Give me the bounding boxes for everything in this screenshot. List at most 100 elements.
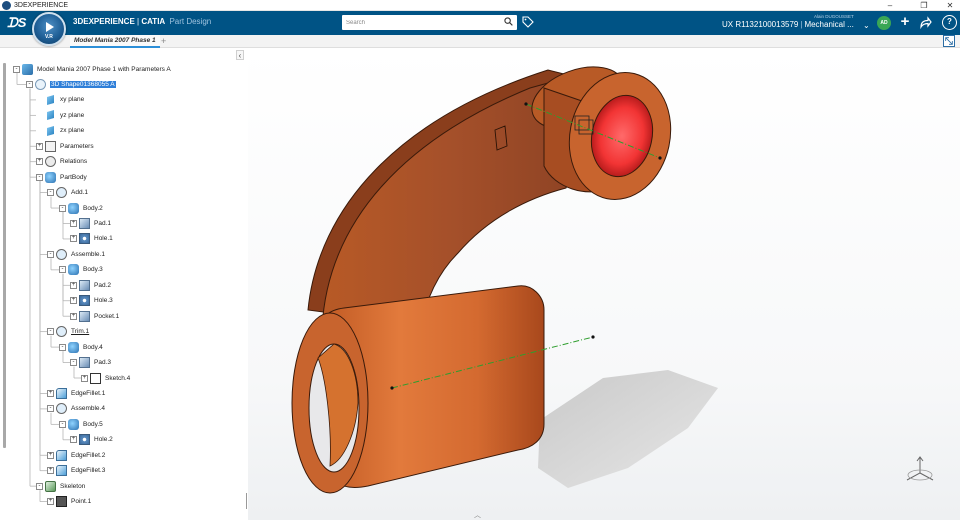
user-name: Alain DUGOUSSET	[814, 14, 854, 19]
search-icon[interactable]	[504, 17, 513, 26]
expand-node-icon[interactable]: +	[47, 467, 54, 475]
tree-node-label: Hole.1	[94, 235, 113, 243]
tree-node[interactable]: - 3D Shape01368055 A	[26, 78, 116, 90]
collapse-node-icon[interactable]: -	[47, 250, 54, 258]
body-icon	[68, 264, 79, 276]
tree-node[interactable]: + Hole.2	[70, 434, 113, 446]
expand-node-icon[interactable]: +	[70, 312, 77, 320]
tree-node[interactable]: + EdgeFillet.1	[47, 387, 105, 399]
tree-node-label: Pad.1	[94, 220, 111, 227]
3d-viewport[interactable]: ︿	[248, 48, 960, 520]
tree-node[interactable]: - Add.1	[47, 187, 88, 199]
collapse-node-icon[interactable]: -	[36, 173, 43, 181]
expand-node-icon[interactable]: +	[70, 281, 77, 289]
pad-icon	[79, 357, 90, 369]
tree-node[interactable]: - Pad.3	[70, 357, 111, 369]
context-separator: |	[800, 20, 803, 29]
tree-node[interactable]: + EdgeFillet.3	[47, 465, 105, 477]
expand-action-bar-icon[interactable]: ︿	[474, 510, 481, 520]
context-code: UX R1132100013579	[722, 20, 799, 29]
tree-node[interactable]: + Relations	[36, 156, 87, 168]
chevron-down-icon[interactable]: ⌄	[863, 21, 870, 30]
tree-node-label: Body.5	[83, 420, 103, 428]
tree-node[interactable]: - Assemble.4	[47, 403, 105, 415]
plane-icon	[47, 110, 54, 121]
collapse-node-icon[interactable]: -	[13, 65, 20, 73]
collapse-node-icon[interactable]: -	[47, 189, 54, 197]
maximize-icon[interactable]	[943, 35, 955, 47]
tree-node[interactable]: - Body.2	[59, 202, 103, 214]
expand-node-icon[interactable]: +	[36, 142, 43, 150]
expand-node-icon[interactable]: +	[47, 451, 54, 459]
tree-node[interactable]: - Body.5	[59, 418, 103, 430]
collapse-node-icon[interactable]: -	[70, 359, 77, 367]
avatar[interactable]: AD	[877, 16, 891, 30]
tree-node[interactable]: + Parameters	[36, 140, 94, 152]
parameters-icon	[45, 140, 56, 152]
expand-node-icon[interactable]: +	[36, 158, 43, 166]
tree-node-label: EdgeFillet.1	[71, 389, 106, 397]
tree-node[interactable]: - Body.4	[59, 341, 103, 353]
3d-model-render[interactable]	[248, 48, 960, 520]
tree-node-label: Hole.2	[94, 436, 113, 444]
help-button[interactable]: ?	[942, 15, 957, 30]
collapse-node-icon[interactable]: -	[26, 80, 33, 88]
compass-widget[interactable]: V.R	[32, 12, 66, 46]
tree-node[interactable]: + Hole.1	[70, 233, 113, 245]
axis-point	[591, 335, 595, 339]
axis-point	[524, 102, 528, 106]
collapse-node-icon[interactable]: -	[47, 405, 54, 413]
app-window: 3DEXPERIENCE – ❐ ✕ ᗪS 3DEXPERIENCE | CAT…	[0, 0, 960, 520]
collapse-node-icon[interactable]: -	[59, 266, 66, 274]
collapse-node-icon[interactable]: -	[59, 343, 66, 351]
tree-node-label: Pad.3	[94, 359, 111, 367]
expand-node-icon[interactable]: +	[70, 297, 77, 305]
tree-node[interactable]: xy plane	[36, 94, 84, 106]
tag-icon[interactable]	[522, 16, 534, 28]
expand-node-icon[interactable]: +	[70, 235, 77, 243]
tree-node[interactable]: + Sketch.4	[81, 372, 130, 384]
tree-node[interactable]: - Model Mania 2007 Phase 1 with Parameter…	[13, 63, 171, 75]
axis-point	[390, 386, 394, 390]
expand-node-icon[interactable]: +	[70, 220, 77, 227]
tree-node-label: Add.1	[71, 189, 88, 197]
play-icon	[46, 22, 54, 32]
tree-node[interactable]: - Trim.1	[47, 326, 89, 338]
robot-compass-icon[interactable]	[903, 455, 937, 485]
collapse-node-icon[interactable]: -	[59, 204, 66, 212]
share-icon[interactable]	[919, 16, 932, 29]
restore-button[interactable]: ❐	[914, 0, 934, 11]
plane-icon	[47, 94, 54, 105]
tree-node[interactable]: + Pad.1	[70, 218, 111, 230]
tree-node[interactable]: - Assemble.1	[47, 248, 105, 260]
tree-node[interactable]: + EdgeFillet.2	[47, 449, 105, 461]
search-input[interactable]	[342, 15, 517, 30]
tree-node[interactable]: - PartBody	[36, 171, 87, 183]
collapse-node-icon[interactable]: -	[36, 482, 43, 490]
collapse-node-icon[interactable]: -	[47, 328, 54, 336]
minimize-button[interactable]: –	[880, 0, 900, 11]
tree-node-label: Sketch.4	[105, 374, 131, 382]
tree-node-label: PartBody	[60, 173, 87, 181]
collapse-node-icon[interactable]: -	[59, 420, 66, 428]
expand-node-icon[interactable]: +	[70, 436, 77, 444]
tree-node[interactable]: zx plane	[36, 125, 84, 137]
shape-icon	[35, 78, 46, 90]
expand-node-icon[interactable]: +	[47, 389, 54, 397]
tree-node[interactable]: + Pocket.1	[70, 310, 119, 322]
plane-icon	[47, 125, 54, 136]
tree-node[interactable]: - Body.3	[59, 264, 103, 276]
tree-node[interactable]: yz plane	[36, 109, 84, 121]
tree-node[interactable]: + Pad.2	[70, 279, 111, 291]
pad-icon	[79, 310, 90, 322]
boolean-icon	[56, 403, 67, 415]
tree-node[interactable]: + Point.1	[47, 496, 91, 508]
collaborative-space-selector[interactable]: UX R1132100013579 | Mechanical ...	[722, 20, 854, 29]
expand-node-icon[interactable]: +	[81, 374, 88, 382]
tree-node-label: Trim.1	[71, 328, 90, 336]
tree-node[interactable]: + Hole.3	[70, 295, 113, 307]
tree-node[interactable]: - Skeleton	[36, 480, 85, 492]
add-content-button[interactable]: +	[898, 14, 912, 29]
expand-node-icon[interactable]: +	[47, 498, 54, 506]
close-window-button[interactable]: ✕	[940, 0, 960, 11]
